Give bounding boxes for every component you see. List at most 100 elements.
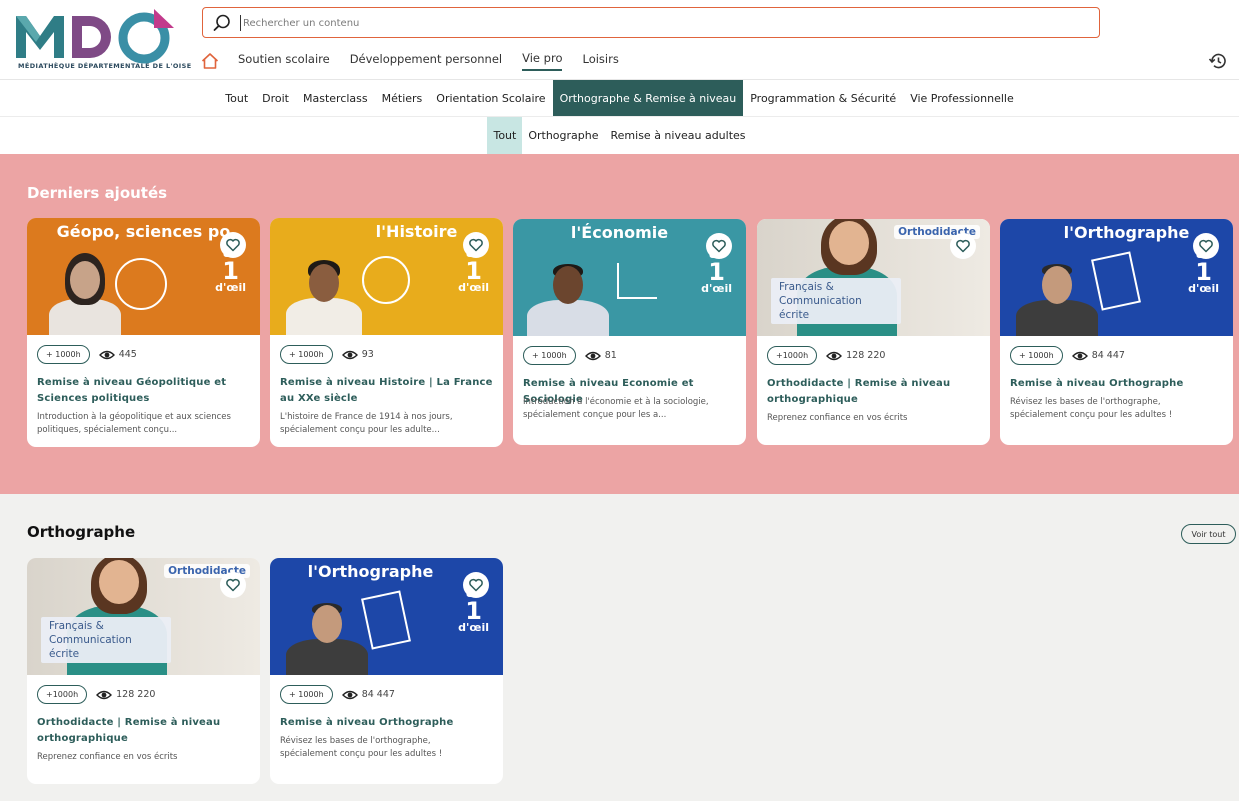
tab-orthographe-remise-a-niveau[interactable]: Orthographe & Remise à niveau [552,80,744,116]
course-card[interactable]: l'Économie en1d'œil + 1000h 81 Remise à … [513,219,746,445]
card-description: Introduction à l'économie et à la sociol… [523,397,709,420]
card-title[interactable]: Remise à niveau Orthographe [280,715,496,731]
category-badge: Français & Communication écrite [41,617,171,663]
duration-badge: + 1000h [280,685,333,704]
growth-chart-icon [617,263,657,299]
search-bar[interactable] [202,7,1100,38]
card-description: Révisez les bases de l'orthographe, spéc… [1010,397,1173,420]
card-meta: +1000h 128 220 [767,346,885,365]
nav-developpement-personnel[interactable]: Développement personnel [350,52,502,70]
eye-icon [1071,351,1088,360]
eye-icon [96,690,113,699]
presenter-photo [284,240,364,335]
nav-vie-pro[interactable]: Vie pro [522,51,563,71]
card-title[interactable]: Remise à niveau Orthographe [1010,376,1226,392]
eye-icon [584,351,601,360]
duration-badge: + 1000h [523,346,576,365]
logo-subtitle: MÉDIATHÈQUE DÉPARTEMENTALE DE L'OISE [18,62,192,70]
nav-loisirs[interactable]: Loisirs [582,52,618,70]
card-thumbnail: Géopo, sciences po en1d'œil [27,218,260,335]
favorite-button[interactable] [220,572,246,598]
text-caret [240,15,241,31]
heart-icon [956,239,970,253]
card-meta: + 1000h 84 447 [280,685,395,704]
card-description: Reprenez confiance en vos écrits [767,413,908,423]
heart-icon [712,239,726,253]
tab-tout[interactable]: Tout [218,80,255,116]
duration-badge: + 1000h [1010,346,1063,365]
search-icon[interactable] [212,13,232,33]
duration-badge: +1000h [767,346,818,365]
card-meta: +1000h 128 220 [37,685,155,704]
presenter-photo [45,243,125,335]
eye-icon [341,350,358,359]
heart-icon [1199,239,1213,253]
view-count: 93 [361,349,374,360]
tab-vie-professionnelle[interactable]: Vie Professionnelle [903,80,1021,116]
view-count: 128 220 [116,689,156,700]
favorite-button[interactable] [463,232,489,258]
course-card[interactable]: l'Orthographe en1d'œil + 1000h 84 447 Re… [1000,219,1233,445]
history-icon[interactable] [1208,51,1228,71]
search-input[interactable] [243,12,1083,34]
heart-icon [226,238,240,252]
section-title-orthographe: Orthographe [27,523,136,541]
view-count: 445 [118,349,137,360]
subtab-remise-a-niveau-adultes[interactable]: Remise à niveau adultes [605,117,752,154]
heart-icon [469,238,483,252]
course-card[interactable]: l'Histoire en1d'œil + 1000h 93 Remise à … [270,218,503,447]
view-count: 84 447 [361,689,395,700]
category-badge: Français & Communication écrite [771,278,901,324]
card-title[interactable]: Remise à niveau Géopolitique et Sciences… [37,375,253,407]
favorite-button[interactable] [463,572,489,598]
card-title[interactable]: Remise à niveau Histoire | La France au … [280,375,496,407]
nav-soutien-scolaire[interactable]: Soutien scolaire [238,52,330,70]
thumbnail-title: l'Orthographe [307,562,434,581]
card-meta: + 1000h 445 [37,345,137,364]
presenter-photo [1014,244,1100,336]
see-all-button[interactable]: Voir tout [1181,524,1236,544]
card-thumbnail: Orthodidacte Français & Communication éc… [27,558,260,675]
category-tabs: Tout Droit Masterclass Métiers Orientati… [0,80,1239,117]
card-description: Introduction à la géopolitique et aux sc… [37,412,231,435]
card-thumbnail: Orthodidacte Français & Communication éc… [757,219,990,336]
card-description: L'histoire de France de 1914 à nos jours… [280,412,453,435]
course-card[interactable]: Géopo, sciences po en1d'œil + 1000h 445 … [27,218,260,447]
favorite-button[interactable] [706,233,732,259]
site-header: MÉDIATHÈQUE DÉPARTEMENTALE DE L'OISE Sou… [0,0,1239,80]
view-count: 81 [604,350,617,361]
favorite-button[interactable] [220,232,246,258]
subtab-tout[interactable]: Tout [487,117,523,154]
tab-masterclass[interactable]: Masterclass [296,80,375,116]
favorite-button[interactable] [950,233,976,259]
subtab-orthographe[interactable]: Orthographe [522,117,604,154]
card-description: Révisez les bases de l'orthographe, spéc… [280,736,443,759]
eye-icon [826,351,843,360]
favorite-button[interactable] [1193,233,1219,259]
home-icon[interactable] [200,51,220,71]
tab-orientation-scolaire[interactable]: Orientation Scolaire [429,80,552,116]
main-nav: Soutien scolaire Développement personnel… [200,48,639,74]
duration-badge: +1000h [37,685,88,704]
course-card[interactable]: Orthodidacte Français & Communication éc… [27,558,260,784]
card-title[interactable]: Orthodidacte | Remise à niveau orthograp… [37,715,253,747]
eye-icon [98,350,115,359]
tab-metiers[interactable]: Métiers [375,80,430,116]
tab-programmation-securite[interactable]: Programmation & Sécurité [743,80,903,116]
course-card[interactable]: Orthodidacte Français & Communication éc… [757,219,990,445]
presenter-photo [525,244,611,336]
card-thumbnail: l'Orthographe en1d'œil [270,558,503,675]
thumbnail-title: l'Économie [570,223,669,242]
card-meta: + 1000h 84 447 [1010,346,1125,365]
card-meta: + 1000h 93 [280,345,374,364]
card-description: Reprenez confiance en vos écrits [37,752,178,762]
duration-badge: + 1000h [37,345,90,364]
card-thumbnail: l'Économie en1d'œil [513,219,746,336]
tab-droit[interactable]: Droit [255,80,296,116]
presenter-photo [284,583,370,675]
card-title[interactable]: Orthodidacte | Remise à niveau orthograp… [767,376,983,408]
card-thumbnail: l'Orthographe en1d'œil [1000,219,1233,336]
globe-icon [362,256,410,304]
eye-icon [341,690,358,699]
course-card[interactable]: l'Orthographe en1d'œil + 1000h 84 447 Re… [270,558,503,784]
